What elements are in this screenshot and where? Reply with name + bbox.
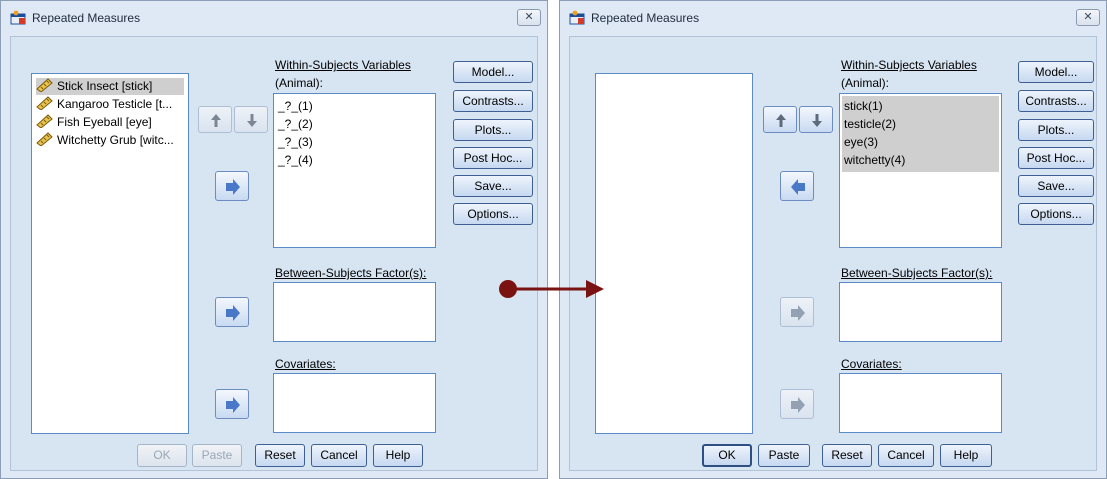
- options-button[interactable]: Options...: [453, 203, 533, 225]
- list-item[interactable]: Stick Insect [stick]: [36, 78, 184, 95]
- paste-button[interactable]: Paste: [192, 444, 242, 467]
- save-button[interactable]: Save...: [1018, 175, 1094, 197]
- ruler-scale-icon: [36, 114, 53, 129]
- transition-arrow-icon: [499, 280, 604, 298]
- move-up-button[interactable]: [198, 106, 232, 133]
- list-item[interactable]: _?_(2): [278, 116, 313, 133]
- arrow-up-icon: [776, 114, 786, 127]
- arrow-right-icon: [226, 397, 240, 413]
- move-down-button[interactable]: [234, 106, 268, 133]
- contrasts-button[interactable]: Contrasts...: [453, 90, 533, 112]
- spss-repeated-measures-icon: [10, 10, 26, 25]
- arrow-down-icon: [812, 114, 822, 127]
- arrow-left-icon: [791, 179, 805, 195]
- close-icon: ✕: [1083, 11, 1093, 23]
- help-button[interactable]: Help: [940, 444, 992, 467]
- move-to-source-button[interactable]: [780, 171, 814, 201]
- list-item[interactable]: eye(3): [844, 134, 878, 151]
- list-item[interactable]: _?_(1): [278, 98, 313, 115]
- arrow-up-icon: [211, 114, 221, 127]
- paste-button[interactable]: Paste: [758, 444, 810, 467]
- ruler-scale-icon: [36, 78, 53, 93]
- list-item[interactable]: testicle(2): [844, 116, 896, 133]
- window-title: Repeated Measures: [32, 11, 141, 25]
- ruler-scale-icon: [36, 96, 53, 111]
- plots-button[interactable]: Plots...: [453, 119, 533, 141]
- within-subjects-label: Within-Subjects Variables: [841, 58, 977, 72]
- repeated-measures-dialog-before: Repeated Measures ✕ Stick Insect [stick]…: [0, 0, 548, 479]
- ok-button[interactable]: OK: [702, 444, 752, 467]
- covariates-label: Covariates:: [275, 357, 336, 371]
- source-variable-list[interactable]: [595, 73, 753, 434]
- save-button[interactable]: Save...: [453, 175, 533, 197]
- within-subjects-list[interactable]: _?_(1) _?_(2) _?_(3) _?_(4): [273, 93, 436, 248]
- list-item[interactable]: Witchetty Grub [witc...: [36, 132, 174, 149]
- list-item[interactable]: stick(1): [844, 98, 883, 115]
- reset-button[interactable]: Reset: [822, 444, 872, 467]
- plots-button[interactable]: Plots...: [1018, 119, 1094, 141]
- title-bar[interactable]: Repeated Measures ✕: [1, 1, 547, 35]
- list-item[interactable]: _?_(3): [278, 134, 313, 151]
- within-subjects-factor-label: (Animal):: [841, 76, 890, 90]
- close-icon: ✕: [524, 11, 534, 23]
- reset-button[interactable]: Reset: [255, 444, 305, 467]
- move-down-button[interactable]: [799, 106, 833, 133]
- help-button[interactable]: Help: [373, 444, 423, 467]
- variable-label: Fish Eyeball [eye]: [57, 115, 152, 129]
- between-subjects-list[interactable]: [839, 282, 1002, 342]
- cancel-button[interactable]: Cancel: [311, 444, 367, 467]
- move-to-within-button[interactable]: [215, 171, 249, 201]
- move-up-button[interactable]: [763, 106, 797, 133]
- variable-label: Kangaroo Testicle [t...: [57, 97, 173, 111]
- arrow-right-icon: [226, 305, 240, 321]
- cancel-button[interactable]: Cancel: [878, 444, 934, 467]
- list-item[interactable]: Fish Eyeball [eye]: [36, 114, 152, 131]
- arrow-down-icon: [247, 114, 257, 127]
- repeated-measures-dialog-after: Repeated Measures ✕ Within-Subjects Vari…: [559, 0, 1107, 479]
- move-to-covariates-button[interactable]: [215, 389, 249, 419]
- post-hoc-button[interactable]: Post Hoc...: [453, 147, 533, 169]
- variable-label: Stick Insect [stick]: [57, 79, 153, 93]
- list-item[interactable]: witchetty(4): [844, 152, 905, 169]
- window-title: Repeated Measures: [591, 11, 700, 25]
- title-bar[interactable]: Repeated Measures ✕: [560, 1, 1106, 35]
- spss-repeated-measures-icon: [569, 10, 585, 25]
- move-to-between-button[interactable]: [215, 297, 249, 327]
- ok-button[interactable]: OK: [137, 444, 187, 467]
- post-hoc-button[interactable]: Post Hoc...: [1018, 147, 1094, 169]
- arrow-right-icon: [791, 397, 805, 413]
- within-subjects-label: Within-Subjects Variables: [275, 58, 411, 72]
- model-button[interactable]: Model...: [453, 61, 533, 83]
- source-variable-list[interactable]: Stick Insect [stick] Kangaroo Testicle […: [31, 73, 189, 434]
- contrasts-button[interactable]: Contrasts...: [1018, 90, 1094, 112]
- within-subjects-factor-label: (Animal):: [275, 76, 324, 90]
- covariates-label: Covariates:: [841, 357, 902, 371]
- ruler-scale-icon: [36, 132, 53, 147]
- covariates-list[interactable]: [839, 373, 1002, 433]
- close-button[interactable]: ✕: [517, 9, 541, 26]
- arrow-right-icon: [226, 179, 240, 195]
- between-subjects-label: Between-Subjects Factor(s):: [841, 266, 993, 280]
- move-to-covariates-button[interactable]: [780, 389, 814, 419]
- model-button[interactable]: Model...: [1018, 61, 1094, 83]
- between-subjects-label: Between-Subjects Factor(s):: [275, 266, 427, 280]
- arrow-right-icon: [791, 305, 805, 321]
- close-button[interactable]: ✕: [1076, 9, 1100, 26]
- list-item[interactable]: Kangaroo Testicle [t...: [36, 96, 172, 113]
- move-to-between-button[interactable]: [780, 297, 814, 327]
- options-button[interactable]: Options...: [1018, 203, 1094, 225]
- between-subjects-list[interactable]: [273, 282, 436, 342]
- within-subjects-list[interactable]: stick(1) testicle(2) eye(3) witchetty(4): [839, 93, 1002, 248]
- list-item[interactable]: _?_(4): [278, 152, 313, 169]
- variable-label: Witchetty Grub [witc...: [57, 133, 174, 147]
- covariates-list[interactable]: [273, 373, 436, 433]
